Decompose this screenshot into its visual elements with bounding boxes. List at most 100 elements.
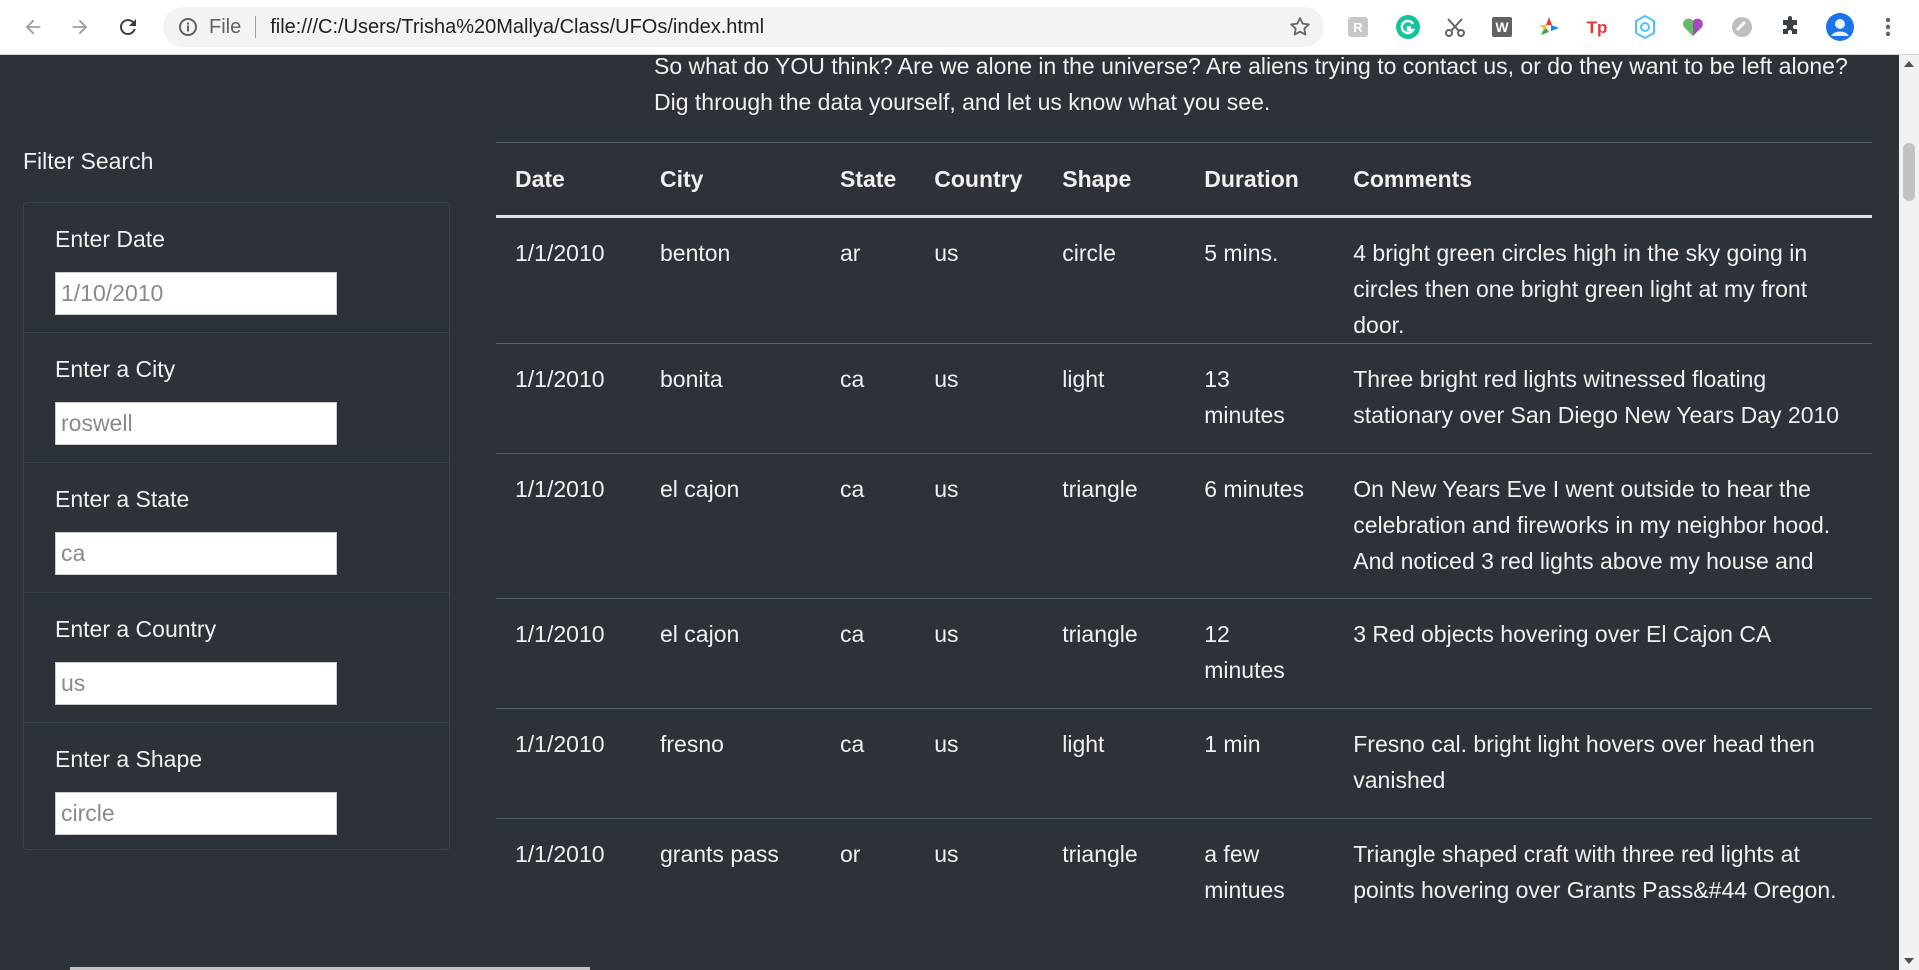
extensions-puzzle-icon[interactable]	[1775, 12, 1805, 42]
svg-text:W: W	[1495, 19, 1509, 35]
shape-input[interactable]	[55, 792, 337, 835]
extension-heart-icon[interactable]	[1678, 12, 1708, 42]
table-row: 1/1/2010 grants pass or us triangle a fe…	[496, 818, 1872, 928]
cell-duration: 6 minutes	[1185, 453, 1335, 599]
cell-duration: a few mintues	[1185, 818, 1335, 928]
cell-date: 1/1/2010	[496, 453, 641, 599]
header-duration: Duration	[1185, 142, 1335, 218]
state-input[interactable]	[55, 532, 337, 575]
cell-state: ar	[821, 216, 916, 344]
filter-panel: Enter Date Enter a City Enter a State En…	[23, 202, 450, 850]
cell-date: 1/1/2010	[496, 818, 641, 928]
cell-comments: Fresno cal. bright light hovers over hea…	[1334, 708, 1872, 819]
table-row: 1/1/2010 el cajon ca us triangle 6 minut…	[496, 453, 1872, 599]
ufo-sightings-table: Date City State Country Shape Duration C…	[496, 142, 1872, 928]
header-state: State	[821, 142, 916, 218]
cell-shape: light	[1043, 343, 1186, 454]
table-header-row: Date City State Country Shape Duration C…	[496, 142, 1872, 218]
extension-hex-icon[interactable]	[1630, 12, 1660, 42]
forward-arrow-icon	[72, 19, 88, 35]
table-row: 1/1/2010 bonita ca us light 13 minutes T…	[496, 343, 1872, 454]
cell-country: us	[915, 343, 1044, 454]
extension-color-star-icon[interactable]	[1534, 12, 1564, 42]
cell-state: ca	[821, 343, 916, 454]
cell-shape: circle	[1043, 216, 1186, 344]
forward-button[interactable]	[63, 10, 97, 44]
cell-shape: triangle	[1043, 818, 1186, 928]
extension-tp-icon[interactable]: Tp	[1582, 12, 1612, 42]
filter-country: Enter a Country	[24, 593, 449, 723]
svg-text:R: R	[1353, 20, 1363, 35]
extension-w-icon[interactable]: W	[1487, 12, 1517, 42]
extension-circle-icon[interactable]	[1727, 12, 1757, 42]
cell-duration: 12 minutes	[1185, 598, 1335, 709]
table-row: 1/1/2010 benton ar us circle 5 mins. 4 b…	[496, 216, 1872, 344]
profile-avatar-icon[interactable]	[1825, 12, 1855, 42]
cell-date: 1/1/2010	[496, 598, 641, 709]
header-shape: Shape	[1043, 142, 1186, 218]
filter-shape-label: Enter a Shape	[55, 746, 203, 772]
filter-city-label: Enter a City	[55, 356, 176, 382]
date-input[interactable]	[55, 272, 337, 315]
cell-country: us	[915, 818, 1044, 928]
scissors-icon[interactable]	[1440, 12, 1470, 42]
table-row: 1/1/2010 el cajon ca us triangle 12 minu…	[496, 598, 1872, 709]
cell-duration: 5 mins.	[1185, 216, 1335, 344]
cell-country: us	[915, 216, 1044, 344]
filter-state-label: Enter a State	[55, 486, 190, 512]
info-icon[interactable]	[177, 16, 199, 38]
cell-city: el cajon	[641, 598, 821, 709]
filter-city: Enter a City	[24, 333, 449, 463]
reload-button[interactable]	[111, 10, 145, 44]
back-arrow-icon	[25, 19, 41, 35]
vertical-scrollbar[interactable]	[1899, 55, 1919, 970]
header-comments: Comments	[1334, 142, 1872, 218]
cell-state: ca	[821, 598, 916, 709]
cell-country: us	[915, 708, 1044, 819]
cell-date: 1/1/2010	[496, 216, 641, 344]
scroll-up-arrow-icon[interactable]	[1904, 61, 1914, 67]
scroll-thumb[interactable]	[1903, 143, 1915, 201]
back-button[interactable]	[16, 10, 50, 44]
cell-comments: 4 bright green circles high in the sky g…	[1334, 216, 1872, 344]
url-text[interactable]: file:///C:/Users/Trisha%20Mallya/Class/U…	[270, 16, 764, 39]
filter-country-label: Enter a Country	[55, 616, 217, 642]
header-date: Date	[496, 142, 641, 218]
cell-date: 1/1/2010	[496, 343, 641, 454]
cell-comments: Three bright red lights witnessed floati…	[1334, 343, 1872, 454]
svg-text:Tp: Tp	[1587, 18, 1608, 37]
cell-city: grants pass	[641, 818, 821, 928]
reload-icon	[119, 19, 136, 36]
cell-comments: 3 Red objects hovering over El Cajon CA	[1334, 598, 1872, 709]
cell-city: fresno	[641, 708, 821, 819]
filter-state: Enter a State	[24, 463, 449, 593]
menu-kebab-icon[interactable]	[1873, 12, 1903, 42]
cell-comments: Triangle shaped craft with three red lig…	[1334, 818, 1872, 928]
cell-state: or	[821, 818, 916, 928]
cell-duration: 1 min	[1185, 708, 1335, 819]
filter-search-title: Filter Search	[23, 148, 154, 174]
filter-shape: Enter a Shape	[24, 723, 449, 853]
cell-city: bonita	[641, 343, 821, 454]
cell-date: 1/1/2010	[496, 708, 641, 819]
address-separator	[255, 16, 257, 38]
scroll-down-arrow-icon[interactable]	[1904, 958, 1914, 964]
cell-shape: triangle	[1043, 598, 1186, 709]
cell-duration: 13 minutes	[1185, 343, 1335, 454]
table-row: 1/1/2010 fresno ca us light 1 min Fresno…	[496, 708, 1872, 819]
extension-reader-icon[interactable]: R	[1343, 12, 1373, 42]
cell-comments: On New Years Eve I went outside to hear …	[1334, 453, 1872, 599]
browser-toolbar: File file:///C:/Users/Trisha%20Mallya/Cl…	[0, 0, 1919, 55]
country-input[interactable]	[55, 662, 337, 705]
filter-date: Enter Date	[24, 203, 449, 333]
file-scheme-label: File	[209, 15, 242, 38]
cell-country: us	[915, 598, 1044, 709]
grammarly-icon[interactable]	[1393, 12, 1423, 42]
city-input[interactable]	[55, 402, 337, 445]
header-city: City	[641, 142, 821, 218]
address-bar[interactable]: File file:///C:/Users/Trisha%20Mallya/Cl…	[163, 7, 1324, 47]
intro-paragraph: So what do YOU think? Are we alone in th…	[654, 55, 1848, 115]
cell-state: ca	[821, 708, 916, 819]
bookmark-star-icon[interactable]	[1288, 15, 1312, 44]
cell-shape: light	[1043, 708, 1186, 819]
